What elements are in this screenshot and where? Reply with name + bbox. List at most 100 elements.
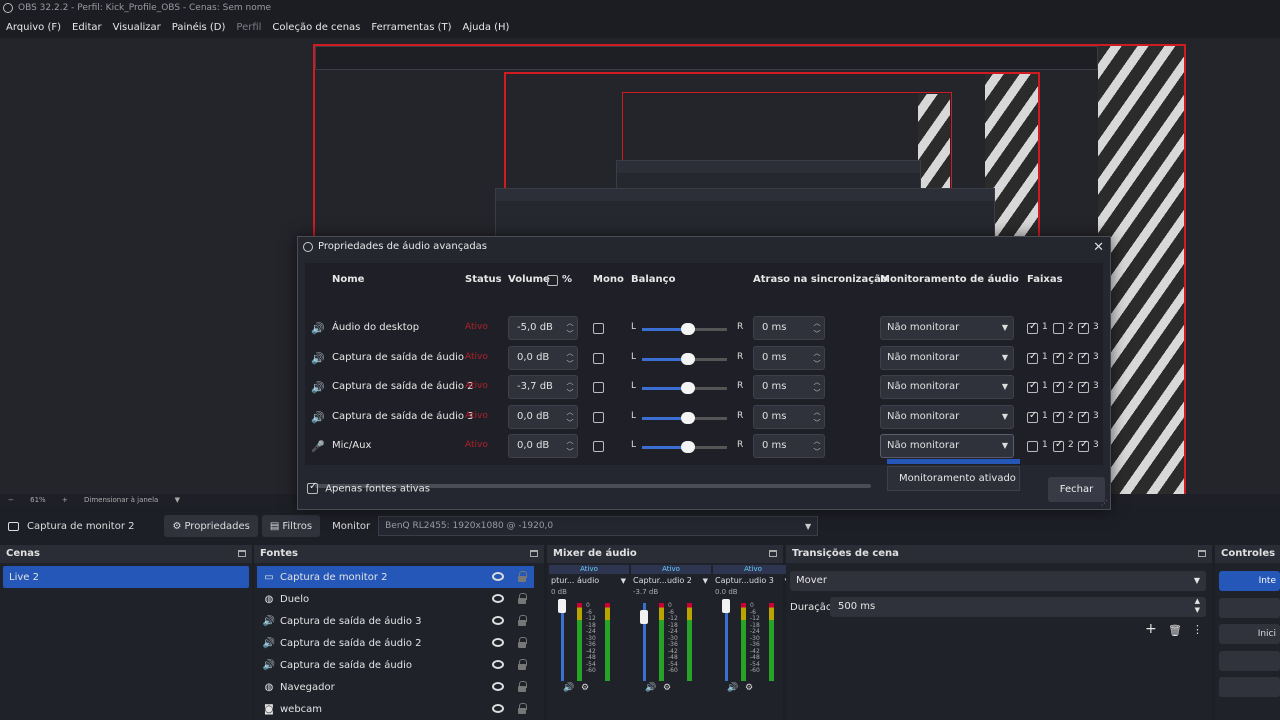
- balance-slider[interactable]: LR: [631, 344, 746, 374]
- balance-slider[interactable]: LR: [631, 403, 746, 433]
- undock-icon[interactable]: [238, 550, 246, 557]
- undock-icon[interactable]: [1198, 550, 1206, 557]
- track-3-checkbox[interactable]: [1078, 351, 1089, 364]
- track-3-checkbox[interactable]: [1078, 321, 1089, 334]
- speaker-icon[interactable]: 🔊: [563, 683, 574, 693]
- undock-icon[interactable]: [769, 550, 777, 557]
- monitor-select[interactable]: BenQ RL2455: 1920x1080 @ -1920,0 ▼: [378, 516, 819, 536]
- volume-spinbox[interactable]: -5,0 dB ︿ ﹀: [508, 316, 578, 340]
- sync-offset-spinbox[interactable]: 0 ms ︿ ﹀: [753, 345, 825, 370]
- mono-checkbox[interactable]: [593, 352, 604, 364]
- lock-icon[interactable]: [518, 703, 527, 714]
- monitoring-select[interactable]: Não monitorar ▼: [880, 316, 1014, 340]
- volume-spinbox[interactable]: 0,0 dB ︿ ﹀: [508, 345, 578, 370]
- volume-fader-handle[interactable]: [722, 599, 730, 613]
- track-2-checkbox[interactable]: [1053, 323, 1064, 334]
- spin-arrows-icon[interactable]: ▲ ▼: [1195, 597, 1200, 615]
- volume-fader[interactable]: [561, 603, 564, 681]
- mono-checkbox[interactable]: [593, 411, 604, 423]
- volume-fader-handle[interactable]: [640, 609, 648, 624]
- eye-icon[interactable]: [492, 594, 504, 603]
- control-button[interactable]: [1219, 677, 1280, 697]
- sync-offset-spinbox[interactable]: 0 ms ︿ ﹀: [753, 316, 825, 340]
- menu-ajuda[interactable]: Ajuda (H): [463, 22, 510, 33]
- settings-icon[interactable]: ⚙: [663, 683, 671, 693]
- sync-offset-spinbox[interactable]: 0 ms ︿ ﹀: [753, 375, 825, 400]
- filters-button[interactable]: ▤ Filtros: [261, 515, 321, 537]
- mono-checkbox[interactable]: [593, 323, 604, 334]
- close-icon[interactable]: ✕: [1093, 238, 1104, 258]
- track-1-checkbox[interactable]: [1027, 351, 1038, 364]
- properties-button[interactable]: ⚙ Propriedades: [164, 515, 258, 537]
- control-button[interactable]: [1219, 651, 1280, 671]
- balance-handle[interactable]: [681, 441, 695, 454]
- balance-slider[interactable]: LR: [631, 432, 746, 462]
- menu-visualizar[interactable]: Visualizar: [113, 22, 161, 33]
- channel-name[interactable]: Captur...udio 2 ▼: [631, 574, 711, 588]
- close-button[interactable]: Fechar: [1048, 477, 1105, 502]
- scene-item[interactable]: Live 2: [3, 566, 249, 588]
- menu-colecao-cenas[interactable]: Coleção de cenas: [272, 22, 360, 33]
- eye-icon[interactable]: [492, 616, 504, 625]
- lock-icon[interactable]: [518, 681, 527, 692]
- source-item[interactable]: ▭ Captura de monitor 2: [257, 566, 534, 588]
- more-icon[interactable]: ⋮: [1192, 623, 1203, 636]
- eye-icon[interactable]: [492, 572, 504, 581]
- add-icon[interactable]: +: [1145, 621, 1157, 637]
- speaker-icon[interactable]: 🔊: [727, 683, 738, 693]
- source-item[interactable]: ◍ Navegador: [257, 676, 534, 698]
- track-3-checkbox[interactable]: [1078, 380, 1089, 394]
- transition-select[interactable]: Mover ▼: [790, 571, 1206, 591]
- source-item[interactable]: ◙ webcam: [257, 698, 534, 720]
- monitoring-select[interactable]: Não monitorar ▼: [880, 375, 1014, 400]
- resize-grip-icon[interactable]: ⋰: [1101, 499, 1108, 507]
- track-2-checkbox[interactable]: [1053, 351, 1064, 364]
- balance-handle[interactable]: [681, 382, 695, 395]
- control-button-stream[interactable]: Inte: [1219, 571, 1280, 591]
- only-active-checkbox[interactable]: [307, 481, 318, 494]
- lock-icon[interactable]: [518, 593, 527, 604]
- percent-checkbox[interactable]: [547, 275, 558, 286]
- monitoring-dropdown-option[interactable]: Monitoramento ativado: [887, 466, 1020, 491]
- source-item[interactable]: 🔊 Captura de saída de áudio: [257, 654, 534, 676]
- track-1-checkbox[interactable]: [1027, 441, 1038, 453]
- balance-handle[interactable]: [681, 411, 695, 424]
- track-1-checkbox[interactable]: [1027, 410, 1038, 423]
- eye-icon[interactable]: [492, 682, 504, 691]
- channel-name[interactable]: ptur... áudio ▼: [549, 574, 629, 588]
- track-3-checkbox[interactable]: [1078, 410, 1089, 423]
- track-2-checkbox[interactable]: [1053, 380, 1064, 394]
- control-button-start[interactable]: Inici: [1219, 624, 1280, 644]
- monitoring-select[interactable]: Não monitorar ▼: [880, 434, 1014, 459]
- zoom-out-button[interactable]: −: [8, 496, 14, 504]
- zoom-in-button[interactable]: +: [62, 496, 68, 504]
- channel-name[interactable]: Captur...udio 3▼: [713, 574, 793, 588]
- chevron-down-icon[interactable]: ▼: [621, 574, 626, 588]
- spin-down-icon[interactable]: ﹀: [565, 441, 575, 463]
- volume-fader[interactable]: [725, 603, 728, 681]
- menu-ferramentas[interactable]: Ferramentas (T): [371, 22, 451, 33]
- control-button[interactable]: [1219, 598, 1280, 618]
- lock-icon[interactable]: [518, 637, 527, 648]
- balance-slider[interactable]: LR: [631, 314, 746, 344]
- undock-icon[interactable]: [530, 550, 538, 557]
- balance-slider[interactable]: LR: [631, 373, 746, 403]
- duration-spinbox[interactable]: 500 ms ▲ ▼: [830, 597, 1206, 617]
- spin-down-icon[interactable]: ﹀: [812, 441, 822, 463]
- volume-fader-handle[interactable]: [558, 599, 566, 613]
- speaker-icon[interactable]: 🔊: [645, 683, 656, 693]
- sync-offset-spinbox[interactable]: 0 ms ︿ ﹀: [753, 434, 825, 459]
- source-item[interactable]: 🔊 Captura de saída de áudio 3: [257, 610, 534, 632]
- menu-paineis[interactable]: Painéis (D): [172, 22, 226, 33]
- settings-icon[interactable]: ⚙: [581, 683, 589, 693]
- menu-editar[interactable]: Editar: [72, 22, 102, 33]
- track-2-checkbox[interactable]: [1053, 439, 1064, 453]
- balance-handle[interactable]: [681, 352, 695, 365]
- monitoring-select[interactable]: Não monitorar ▼: [880, 345, 1014, 370]
- source-item[interactable]: 🔊 Captura de saída de áudio 2: [257, 632, 534, 654]
- volume-spinbox[interactable]: 0,0 dB ︿ ﹀: [508, 404, 578, 429]
- scale-mode-label[interactable]: Dimensionar à janela: [84, 496, 158, 504]
- track-3-checkbox[interactable]: [1078, 439, 1089, 453]
- sync-offset-spinbox[interactable]: 0 ms ︿ ﹀: [753, 404, 825, 429]
- scale-mode-chevron-icon[interactable]: ▼: [175, 496, 180, 504]
